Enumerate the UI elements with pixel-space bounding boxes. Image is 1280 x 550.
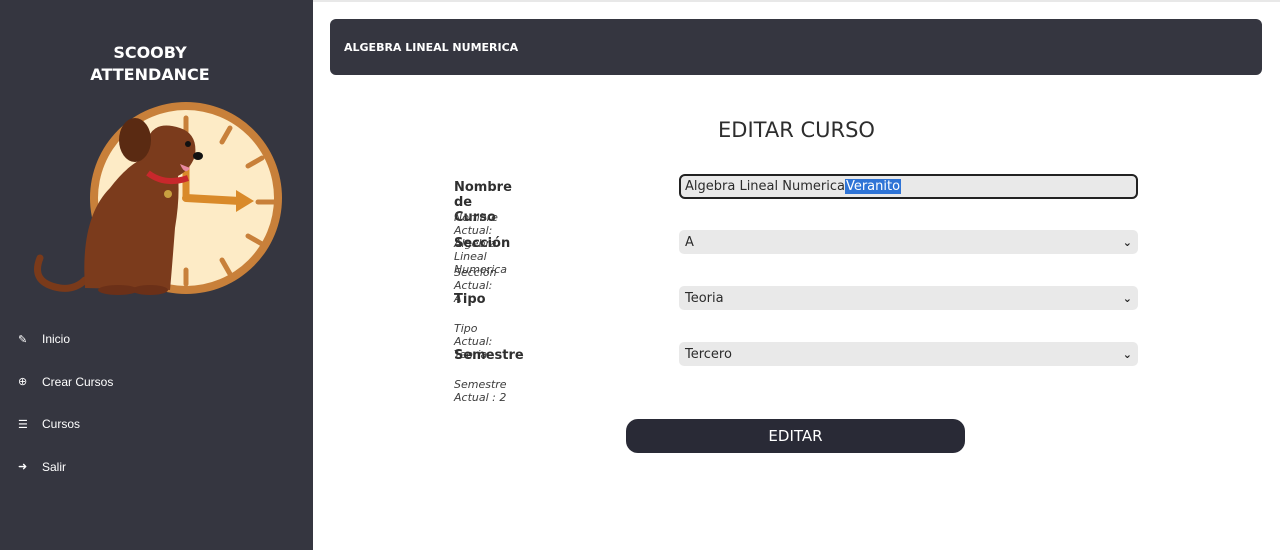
sign-out-icon: ➜ [18, 461, 28, 474]
course-header: ALGEBRA LINEAL NUMERICA [330, 19, 1262, 75]
nombre-input-selection: Veranito [844, 179, 902, 194]
semestre-select-value: Tercero [685, 346, 732, 362]
chevron-down-icon: ⌄ [1122, 347, 1132, 361]
sidebar-item-salir[interactable]: ➜ Salir [18, 446, 298, 489]
brand-line-2: ATTENDANCE [90, 65, 210, 84]
sidebar-item-crear-cursos[interactable]: ⊕ Crear Cursos [18, 361, 298, 404]
sidebar-item-inicio[interactable]: ✎ Inicio [18, 318, 298, 361]
sidebar: SCOOBY ATTENDANCE ✎ Inicio ⊕ Crear Curso… [0, 0, 313, 550]
tipo-label: Tipo [454, 292, 486, 307]
dog-clock-logo [34, 102, 282, 295]
sidebar-item-label: Salir [42, 459, 67, 474]
sidebar-item-label: Crear Cursos [42, 374, 114, 389]
page-title-text: EDITAR CURSO [718, 118, 875, 142]
list-icon: ☰ [18, 418, 28, 431]
nombre-input[interactable]: Algebra Lineal Numerica Veranito [679, 174, 1138, 199]
chevron-down-icon: ⌄ [1122, 291, 1132, 305]
brand-line-1: SCOOBY [113, 43, 187, 62]
semestre-select[interactable]: Tercero ⌄ [679, 342, 1138, 366]
sidebar-item-cursos[interactable]: ☰ Cursos [18, 403, 298, 446]
sidebar-item-label: Cursos [42, 417, 81, 432]
semestre-hint: Semestre Actual : 2 [454, 378, 507, 404]
seccion-label: Sección [454, 236, 511, 251]
sidebar-item-label: Inicio [42, 332, 71, 347]
brand-title: SCOOBY ATTENDANCE [0, 42, 300, 86]
tipo-select[interactable]: Teoria ⌄ [679, 286, 1138, 310]
course-header-title: ALGEBRA LINEAL NUMERICA [344, 40, 519, 54]
chevron-down-icon: ⌄ [1122, 235, 1132, 249]
seccion-select-value: A [685, 234, 694, 250]
page-title: EDITAR CURSO [313, 118, 1280, 142]
sidebar-nav: ✎ Inicio ⊕ Crear Cursos ☰ Cursos ➜ Salir [18, 318, 298, 488]
edit-icon: ✎ [18, 333, 28, 346]
main-content: ALGEBRA LINEAL NUMERICA EDITAR CURSO Nom… [313, 0, 1280, 550]
nombre-input-value: Algebra Lineal Numerica [685, 179, 845, 194]
plus-circle-icon: ⊕ [18, 376, 28, 389]
editar-button[interactable]: EDITAR [626, 419, 965, 453]
semestre-label: Semestre [454, 348, 524, 363]
top-divider [313, 0, 1280, 2]
seccion-select[interactable]: A ⌄ [679, 230, 1138, 254]
tipo-select-value: Teoria [685, 290, 724, 306]
